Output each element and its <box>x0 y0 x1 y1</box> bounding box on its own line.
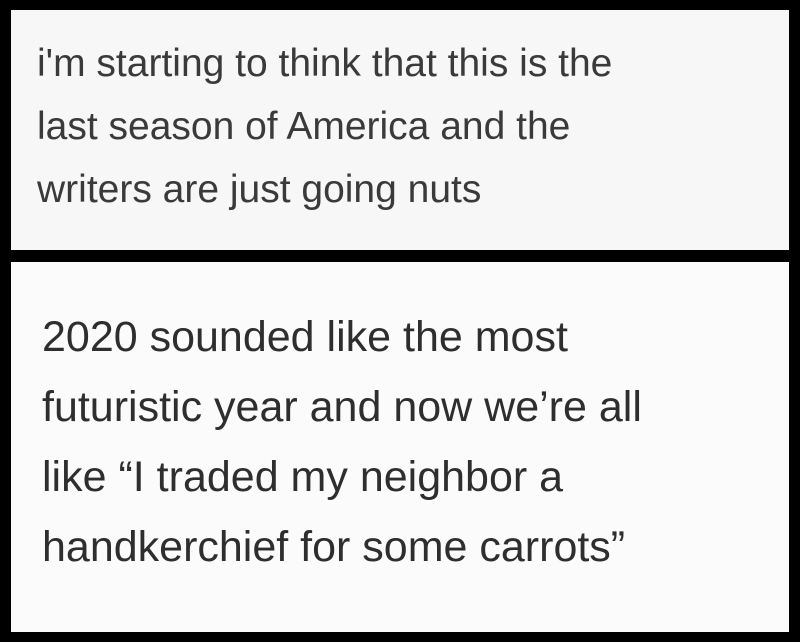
meme-image: i'm starting to think that this is the l… <box>0 0 800 642</box>
tweet-text-line: last season of America and the <box>37 105 571 148</box>
tweet-panel-bottom: 2020 sounded like the most futuristic ye… <box>11 262 789 632</box>
tweet-text-line: i'm starting to think that this is the <box>37 42 613 85</box>
tweet-text-line: like “I traded my neighbor a <box>42 453 564 501</box>
tweet-text-line: writers are just going nuts <box>37 168 482 211</box>
tweet-panel-top: i'm starting to think that this is the l… <box>11 10 789 250</box>
tweet-text-line: handkerchief for some carrots” <box>42 523 626 571</box>
tweet-text-line: 2020 sounded like the most <box>42 313 568 361</box>
tweet-text-line: futuristic year and now we’re all <box>42 383 642 431</box>
